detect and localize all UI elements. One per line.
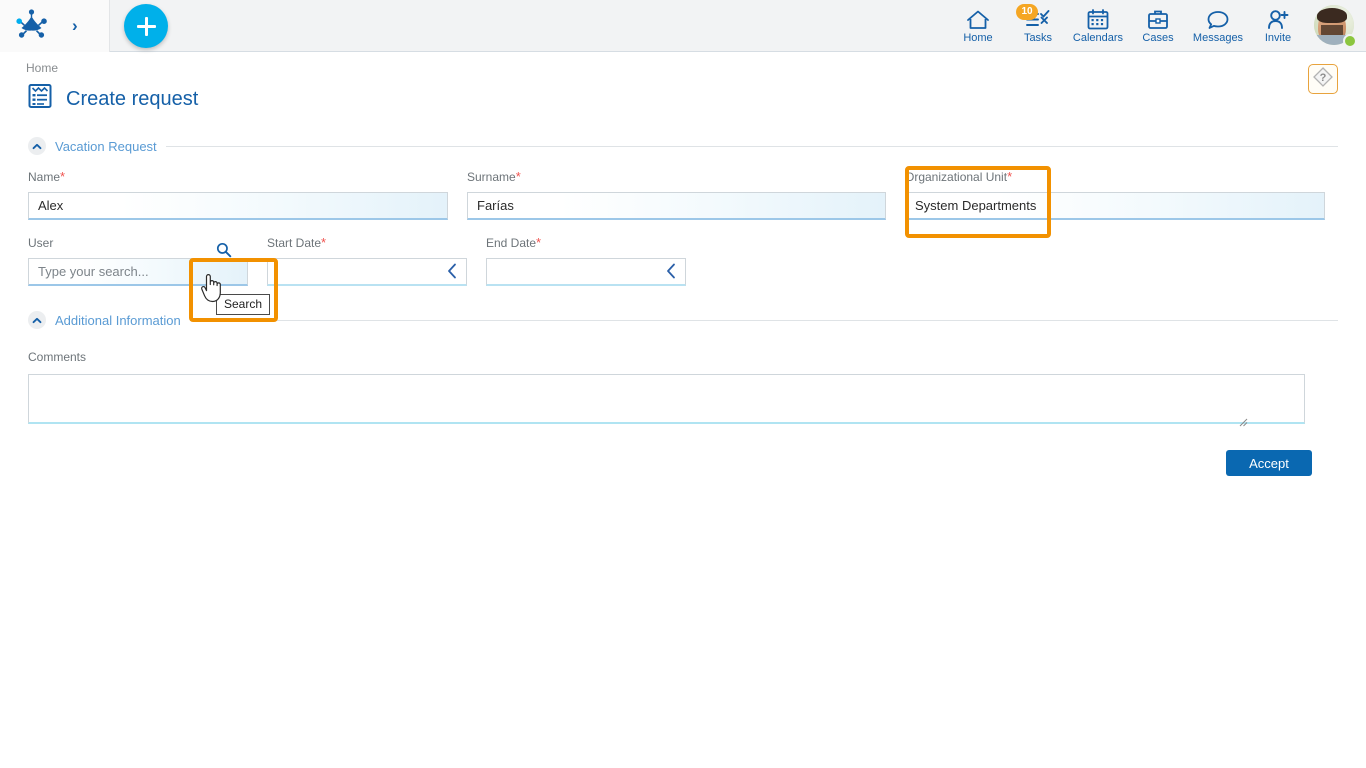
field-row-1: Name* Surname* Organizational Unit* — [28, 170, 1338, 220]
end-date-wrap — [486, 258, 686, 286]
field-end-date: End Date* — [486, 236, 686, 286]
nav-label: Home — [963, 32, 992, 44]
nav-item-invite[interactable]: Invite — [1248, 0, 1308, 52]
form-area: Vacation Request Name* Surname* Organiza… — [0, 137, 1366, 476]
svg-text:?: ? — [1320, 72, 1327, 84]
logo-zone: › — [0, 0, 110, 52]
network-logo-icon[interactable] — [14, 9, 50, 43]
start-date-wrap — [267, 258, 467, 286]
add-new-button[interactable] — [124, 4, 168, 48]
name-input[interactable] — [28, 192, 448, 220]
field-org-unit: Organizational Unit* — [905, 170, 1325, 220]
section-divider — [166, 146, 1338, 147]
collapse-toggle-vacation[interactable] — [28, 137, 46, 155]
chevron-right-icon[interactable]: › — [72, 17, 78, 34]
nav-label: Messages — [1193, 32, 1243, 44]
form-document-icon — [26, 82, 54, 115]
top-navigation-bar: › Home 10 — [0, 0, 1366, 52]
section-header-vacation: Vacation Request — [28, 137, 1338, 155]
page-header: Home Create request ? — [0, 52, 1366, 115]
field-user: User — [28, 236, 248, 286]
nav-label: Cases — [1142, 32, 1173, 44]
search-tooltip: Search — [216, 294, 270, 315]
breadcrumb[interactable]: Home — [26, 61, 1366, 75]
nav-item-messages[interactable]: Messages — [1188, 0, 1248, 52]
label-comments: Comments — [28, 350, 86, 364]
top-nav-items: Home 10 Tasks — [948, 0, 1360, 52]
page-title: Create request — [66, 87, 198, 111]
chat-bubble-icon — [1206, 8, 1230, 30]
form-actions: Accept — [28, 450, 1338, 476]
help-diamond-icon: ? — [1312, 66, 1334, 93]
avatar[interactable] — [1314, 5, 1356, 47]
nav-item-cases[interactable]: Cases — [1128, 0, 1188, 52]
page-title-row: Create request — [26, 82, 1366, 115]
nav-item-home[interactable]: Home — [948, 0, 1008, 52]
briefcase-icon — [1147, 8, 1169, 30]
label-end-date: End Date* — [486, 236, 686, 250]
section-title-additional: Additional Information — [55, 313, 181, 328]
accept-button[interactable]: Accept — [1226, 450, 1312, 476]
status-indicator-online — [1343, 34, 1357, 48]
home-icon — [966, 8, 990, 30]
user-search-input[interactable] — [28, 258, 248, 286]
section-title-vacation: Vacation Request — [55, 139, 157, 154]
label-org-unit: Organizational Unit* — [905, 170, 1325, 184]
calendar-icon — [1087, 8, 1109, 30]
required-marker: * — [60, 169, 65, 184]
nav-label: Invite — [1265, 32, 1291, 44]
field-comments: Comments — [28, 348, 1338, 424]
label-start-date: Start Date* — [267, 236, 467, 250]
required-marker: * — [1007, 169, 1012, 184]
collapse-toggle-additional[interactable] — [28, 311, 46, 329]
surname-input[interactable] — [467, 192, 886, 220]
section-divider — [190, 320, 1338, 321]
search-button[interactable] — [201, 237, 247, 262]
field-surname: Surname* — [467, 170, 886, 220]
nav-item-tasks[interactable]: 10 Tasks — [1008, 0, 1068, 52]
chevron-up-icon — [32, 143, 42, 150]
org-unit-input[interactable] — [905, 192, 1325, 220]
nav-item-calendars[interactable]: Calendars — [1068, 0, 1128, 52]
person-add-icon — [1266, 8, 1290, 30]
field-name: Name* — [28, 170, 448, 220]
start-date-input[interactable] — [267, 258, 467, 286]
nav-label: Calendars — [1073, 32, 1123, 44]
required-marker: * — [536, 235, 541, 250]
field-row-2: User Start Date* — [28, 236, 1338, 286]
magnifier-icon — [216, 242, 232, 258]
help-button[interactable]: ? — [1308, 64, 1338, 94]
required-marker: * — [516, 169, 521, 184]
required-marker: * — [321, 235, 326, 250]
nav-label: Tasks — [1024, 32, 1052, 44]
label-name: Name* — [28, 170, 448, 184]
chevron-up-icon — [32, 317, 42, 324]
label-surname: Surname* — [467, 170, 886, 184]
field-start-date: Start Date* — [267, 236, 467, 286]
end-date-input[interactable] — [486, 258, 686, 286]
comments-textarea[interactable] — [28, 374, 1305, 424]
tasks-badge: 10 — [1016, 4, 1038, 20]
